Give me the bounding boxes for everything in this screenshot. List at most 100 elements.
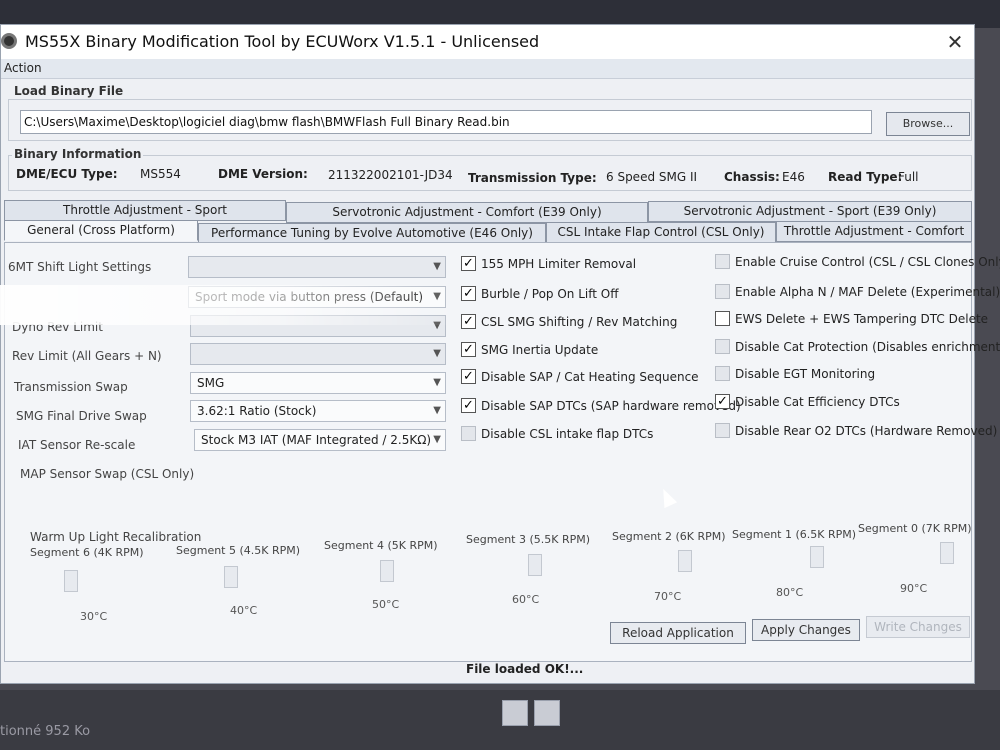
write-changes-button[interactable]: Write Changes <box>866 616 970 638</box>
tab-throttle-sport[interactable]: Throttle Adjustment - Sport <box>4 200 286 221</box>
checkbox-box[interactable] <box>715 366 730 381</box>
checkbox-disable-csl-flap-dtcs[interactable]: Disable CSL intake flap DTCs <box>461 426 653 441</box>
checkbox-box[interactable]: ✓ <box>461 286 476 301</box>
taskbar-app-icon[interactable] <box>534 700 560 726</box>
checkbox-label: Disable Cat Protection (Disables enrichm… <box>735 339 1000 354</box>
dme-ecu-type-label: DME/ECU Type: <box>16 167 118 181</box>
checkbox-box[interactable] <box>715 311 730 326</box>
checkbox-egt-monitoring[interactable]: Disable EGT Monitoring <box>715 366 875 381</box>
segment-4-label: Segment 4 (5K RPM) <box>324 539 438 552</box>
transmission-swap-value: SMG <box>197 376 225 390</box>
transmission-type-label: Transmission Type: <box>468 171 597 185</box>
temp-80: 80°C <box>776 586 804 599</box>
segment-3-label: Segment 3 (5.5K RPM) <box>466 533 591 546</box>
segment-1-slider[interactable] <box>810 546 824 568</box>
checkbox-label: Disable EGT Monitoring <box>735 366 876 381</box>
segment-3-slider[interactable] <box>528 554 542 576</box>
chassis-label: Chassis: <box>724 170 780 184</box>
checkbox-cat-protection[interactable]: Disable Cat Protection (Disables enrichm… <box>715 339 1000 354</box>
segment-6-slider[interactable] <box>64 570 78 592</box>
checkbox-box[interactable]: ✓ <box>461 398 476 413</box>
checkbox-label: Disable SAP DTCs (SAP hardware removed) <box>481 398 741 413</box>
bottom-left-status: tionné 952 Ko <box>0 724 91 739</box>
tab-csl-intake-flap[interactable]: CSL Intake Flap Control (CSL Only) <box>546 222 776 243</box>
map-sensor-label: MAP Sensor Swap (CSL Only) <box>20 467 195 481</box>
dme-ecu-type-value: MS554 <box>140 167 181 181</box>
checkbox-155mph-limiter[interactable]: ✓ 155 MPH Limiter Removal <box>461 256 636 271</box>
smg-final-drive-label: SMG Final Drive Swap <box>16 409 147 423</box>
checkbox-smg-inertia[interactable]: ✓ SMG Inertia Update <box>461 342 598 357</box>
checkbox-burble-pop[interactable]: ✓ Burble / Pop On Lift Off <box>461 286 619 301</box>
menu-action[interactable]: Action <box>4 61 42 75</box>
checkbox-csl-smg-shifting[interactable]: ✓ CSL SMG Shifting / Rev Matching <box>461 314 677 329</box>
segment-5-slider[interactable] <box>224 566 238 588</box>
dyno-rev-limit-select[interactable]: ▼ <box>190 315 446 337</box>
checkbox-box[interactable]: ✓ <box>715 394 730 409</box>
tab-throttle-comfort[interactable]: Throttle Adjustment - Comfort <box>776 221 972 242</box>
checkbox-cat-efficiency[interactable]: ✓ Disable Cat Efficiency DTCs <box>715 394 900 409</box>
temp-50: 50°C <box>372 598 400 611</box>
segment-0-slider[interactable] <box>940 542 954 564</box>
transmission-swap-label: Transmission Swap <box>14 380 128 394</box>
checkbox-ews-delete[interactable]: EWS Delete + EWS Tampering DTC Delete <box>715 311 988 326</box>
transmission-swap-select[interactable]: SMG ▼ <box>190 372 446 394</box>
chevron-down-icon: ▼ <box>433 434 441 445</box>
checkbox-label: CSL SMG Shifting / Rev Matching <box>481 314 678 329</box>
checkbox-box[interactable]: ✓ <box>461 369 476 384</box>
segment-4-slider[interactable] <box>380 560 394 582</box>
segment-2-slider[interactable] <box>678 550 692 572</box>
checkbox-label: EWS Delete + EWS Tampering DTC Delete <box>735 311 989 326</box>
browse-button[interactable]: Browse... <box>886 112 970 136</box>
checkbox-disable-sap-cat[interactable]: ✓ Disable SAP / Cat Heating Sequence <box>461 369 699 384</box>
iat-rescale-label: IAT Sensor Re-scale <box>18 438 136 452</box>
tab-servotronic-sport[interactable]: Servotronic Adjustment - Sport (E39 Only… <box>648 201 972 222</box>
temp-30: 30°C <box>80 610 108 623</box>
rev-limit-select[interactable]: ▼ <box>190 343 446 365</box>
checkbox-rear-o2[interactable]: Disable Rear O2 DTCs (Hardware Removed) <box>715 423 997 438</box>
chassis-value: E46 <box>782 170 805 184</box>
close-icon[interactable]: ✕ <box>942 29 968 55</box>
checkbox-alpha-n[interactable]: Enable Alpha N / MAF Delete (Experimenta… <box>715 284 1000 299</box>
checkbox-disable-sap-dtcs[interactable]: ✓ Disable SAP DTCs (SAP hardware removed) <box>461 398 741 413</box>
checkbox-label: Enable Alpha N / MAF Delete (Experimenta… <box>735 284 1000 299</box>
checkbox-label: Disable SAP / Cat Heating Sequence <box>481 369 699 384</box>
checkbox-box[interactable] <box>715 339 730 354</box>
binary-info-label: Binary Information <box>12 147 144 161</box>
checkbox-box[interactable] <box>715 423 730 438</box>
tab-general[interactable]: General (Cross Platform) <box>4 220 198 241</box>
title-bar: MS55X Binary Modification Tool by ECUWor… <box>1 25 974 59</box>
checkbox-box[interactable]: ✓ <box>461 342 476 357</box>
read-type-label: Read Type: <box>828 170 903 184</box>
status-message: File loaded OK!... <box>466 662 584 676</box>
checkbox-box[interactable] <box>715 254 730 269</box>
tab-servotronic-comfort[interactable]: Servotronic Adjustment - Comfort (E39 On… <box>286 202 648 223</box>
checkbox-label: Disable Rear O2 DTCs (Hardware Removed) <box>735 423 998 438</box>
shift-light-select[interactable]: ▼ <box>188 256 446 278</box>
reload-application-button[interactable]: Reload Application <box>610 622 746 644</box>
checkbox-box[interactable]: ✓ <box>461 256 476 271</box>
chevron-down-icon: ▼ <box>433 261 441 272</box>
checkbox-box[interactable]: ✓ <box>461 314 476 329</box>
smg-final-drive-select[interactable]: 3.62:1 Ratio (Stock) ▼ <box>190 400 446 422</box>
tab-performance-tuning[interactable]: Performance Tuning by Evolve Automotive … <box>198 223 546 244</box>
taskbar-app-icon[interactable] <box>502 700 528 726</box>
segment-1-label: Segment 1 (6.5K RPM) <box>732 528 857 541</box>
checkbox-box[interactable] <box>715 284 730 299</box>
chevron-down-icon: ▼ <box>433 377 441 388</box>
rev-limit-label: Rev Limit (All Gears + N) <box>12 349 162 363</box>
dme-version-value: 211322002101-JD34 <box>328 168 453 182</box>
segment-2-label: Segment 2 (6K RPM) <box>612 530 726 543</box>
read-type-value: Full <box>898 170 919 184</box>
iat-rescale-select[interactable]: Stock M3 IAT (MAF Integrated / 2.5KΩ) ▼ <box>194 429 446 451</box>
binary-path-field[interactable]: C:\Users\Maxime\Desktop\logiciel diag\bm… <box>20 110 872 134</box>
checkbox-label: Disable Cat Efficiency DTCs <box>735 394 900 409</box>
apply-changes-button[interactable]: Apply Changes <box>752 619 860 641</box>
chevron-down-icon: ▼ <box>433 320 441 331</box>
sport-mode-select[interactable]: Sport mode via button press (Default) ▼ <box>188 286 446 308</box>
checkbox-box[interactable] <box>461 426 476 441</box>
chevron-down-icon: ▼ <box>433 348 441 359</box>
temp-40: 40°C <box>230 604 258 617</box>
temp-60: 60°C <box>512 593 540 606</box>
checkbox-cruise-control[interactable]: Enable Cruise Control (CSL / CSL Clones … <box>715 254 1000 269</box>
temp-90: 90°C <box>900 582 928 595</box>
